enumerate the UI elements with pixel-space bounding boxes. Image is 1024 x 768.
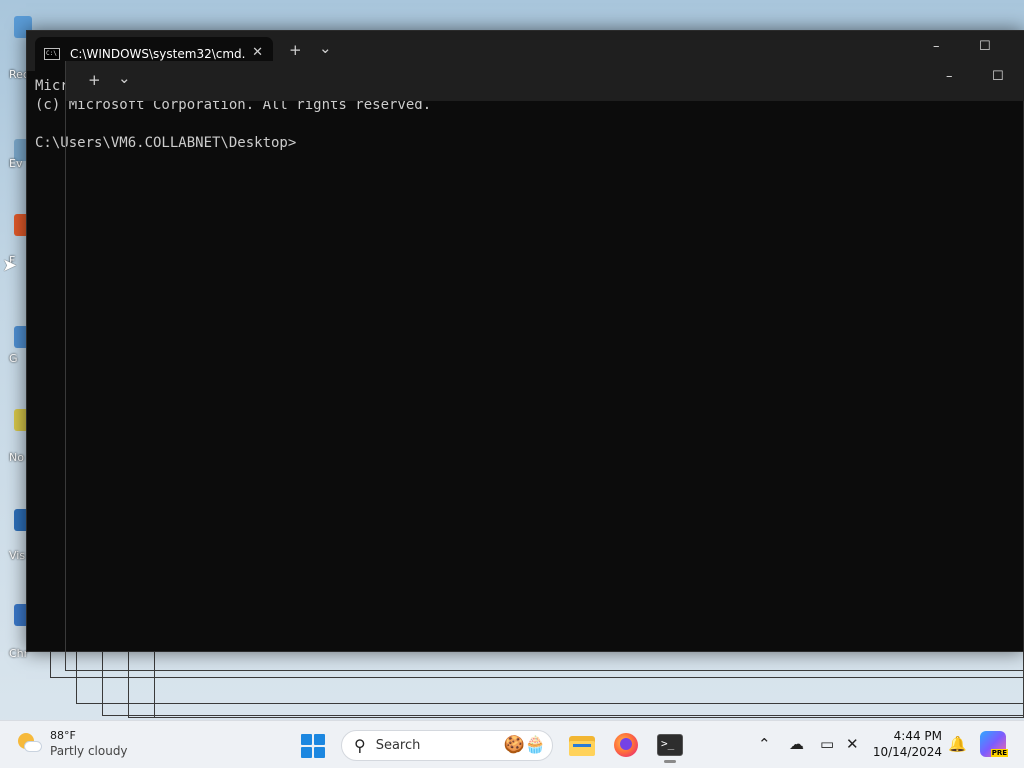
search-label: Search <box>375 738 421 753</box>
desktop-icon-label: No <box>9 451 24 464</box>
maximize-button[interactable]: ☐ <box>979 39 991 54</box>
network-icon[interactable]: ▭ <box>820 735 834 753</box>
active-app-indicator <box>664 760 676 763</box>
terminal-taskbar-button[interactable]: >_ <box>657 732 683 758</box>
new-tab-button[interactable]: + <box>289 40 302 60</box>
cmd-icon: C:\ <box>44 48 60 60</box>
search-icon: ⚲ <box>354 736 366 755</box>
taskbar-search-box[interactable]: ⚲ Search 🍪🧁 <box>341 730 553 761</box>
copilot-button[interactable]: PRE <box>980 731 1008 757</box>
console-line: Micr <box>35 78 69 94</box>
partly-cloudy-icon <box>16 731 42 757</box>
clock-time: 4:44 PM <box>893 729 942 743</box>
chevron-up-icon[interactable]: ⌃ <box>758 735 771 753</box>
desktop-icon-label: G <box>9 352 18 365</box>
start-button[interactable] <box>301 734 325 758</box>
mouse-cursor-icon: ➤ <box>2 255 18 276</box>
volume-muted-icon[interactable]: ✕ <box>846 735 859 753</box>
search-highlight-icon: 🍪🧁 <box>503 735 546 755</box>
system-clock[interactable]: 4:44 PM 10/14/2024 <box>872 729 942 760</box>
windows-logo-icon <box>301 734 312 745</box>
tab-title: C:\WINDOWS\system32\cmd. <box>70 47 246 61</box>
close-tab-icon[interactable]: ✕ <box>252 45 263 60</box>
desktop-icon-label: Vis <box>9 549 26 562</box>
weather-condition: Partly cloudy <box>50 744 128 758</box>
clock-date: 10/14/2024 <box>872 745 942 759</box>
taskbar: 88°F Partly cloudy ⚲ Search 🍪🧁 >_ ⌃ ☁ ▭ … <box>0 720 1024 768</box>
terminal-window[interactable]: C:\ C:\WINDOWS\system32\cmd. ✕ + ⌄ – ☐ M… <box>26 30 1024 671</box>
notification-bell-icon[interactable]: 🔔 <box>948 735 967 753</box>
minimize-button[interactable]: – <box>933 39 940 54</box>
firefox-button[interactable] <box>613 732 639 758</box>
tab-dropdown-button[interactable]: ⌄ <box>319 38 332 58</box>
desktop-icon-label: Ev <box>9 157 23 170</box>
weather-temp: 88°F <box>50 729 76 742</box>
terminal-icon: >_ <box>657 734 683 756</box>
copilot-pre-badge: PRE <box>990 749 1008 757</box>
file-explorer-button[interactable] <box>569 732 595 758</box>
weather-widget[interactable]: 88°F Partly cloudy <box>16 729 128 759</box>
inner-terminal-frame <box>65 61 1024 671</box>
onedrive-offline-icon[interactable]: ☁ <box>789 735 804 753</box>
